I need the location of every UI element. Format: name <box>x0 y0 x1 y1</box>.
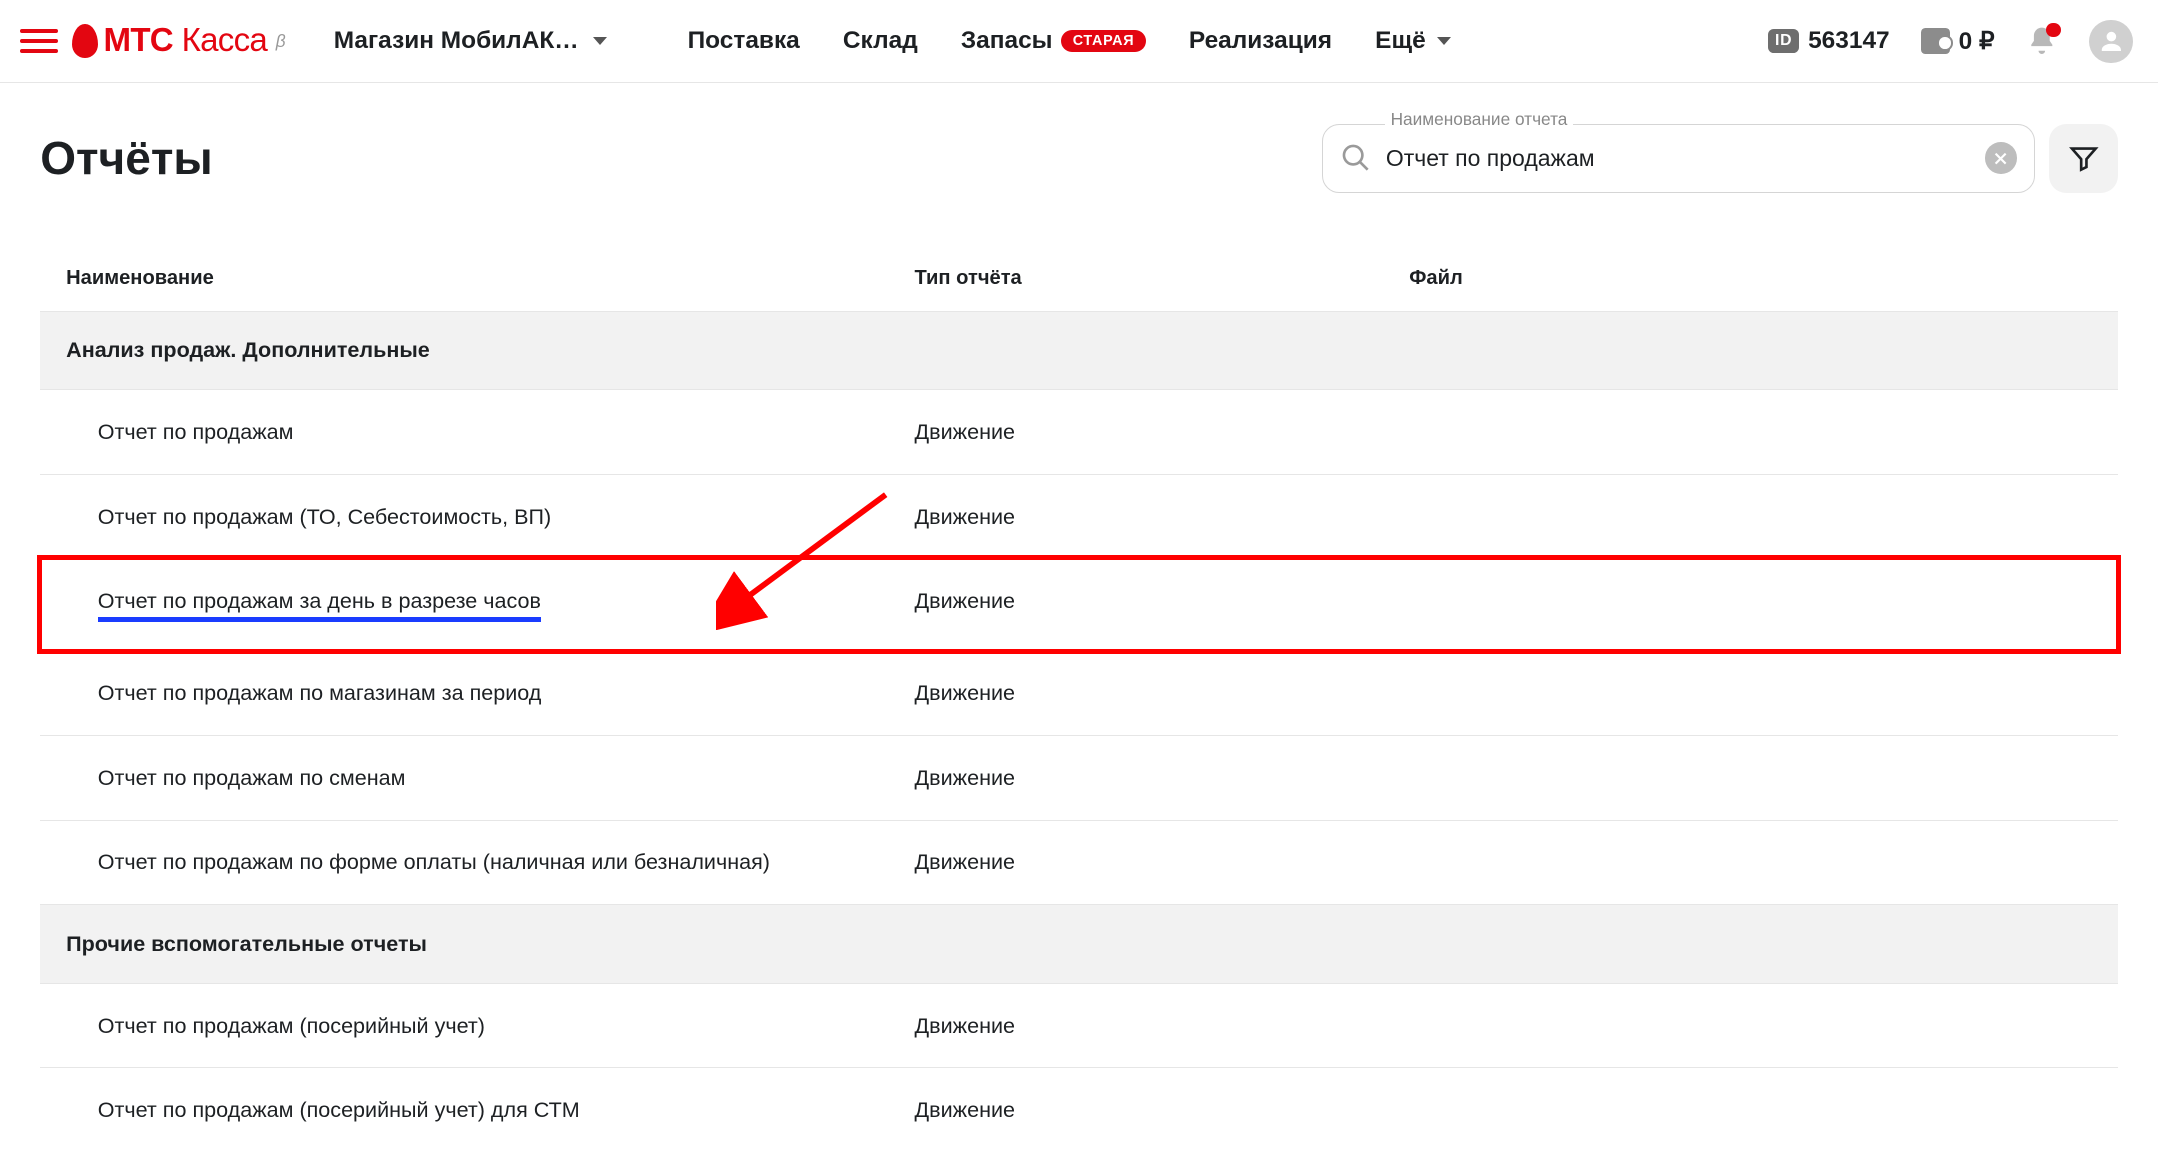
topbar: МТС Касса β Магазин МобилАК… Поставка Ск… <box>0 0 2158 83</box>
cell-type: Движение <box>915 680 1410 706</box>
cell-file <box>1409 1013 2092 1039</box>
cell-name: Отчет по продажам (посерийный учет) <box>98 1013 915 1039</box>
search-box <box>1322 124 2035 193</box>
table-row[interactable]: Отчет по продажамДвижение <box>40 389 2118 474</box>
cell-type: Движение <box>915 849 1410 875</box>
nav-more-label: Ещё <box>1375 27 1426 55</box>
wallet-icon <box>1921 28 1950 54</box>
balance[interactable]: 0 ₽ <box>1921 26 1994 56</box>
cell-type: Движение <box>915 588 1410 622</box>
table-header: Наименование Тип отчёта Файл <box>40 247 2118 310</box>
cell-name: Отчет по продажам за день в разрезе часо… <box>98 588 915 622</box>
brand-primary: МТС <box>104 22 173 60</box>
cell-name: Отчет по продажам по магазинам за период <box>98 680 915 706</box>
cell-name: Отчет по продажам по сменам <box>98 765 915 791</box>
brand-beta: β <box>276 31 285 52</box>
brand-secondary: Касса <box>182 22 268 60</box>
page-content: Отчёты Наименование отчета Наименование <box>0 83 2158 1152</box>
cell-file <box>1409 1097 2092 1123</box>
search-icon <box>1340 142 1372 174</box>
table-section-header: Анализ продаж. Дополнительные <box>40 311 2118 390</box>
cell-name: Отчет по продажам (посерийный учет) для … <box>98 1097 915 1123</box>
table-row[interactable]: Отчет по продажам за день в разрезе часо… <box>40 558 2118 650</box>
store-selector[interactable]: Магазин МобилАК… <box>334 27 607 55</box>
avatar[interactable] <box>2089 20 2132 63</box>
close-icon <box>1992 150 2009 167</box>
id-badge-icon: ID <box>1768 29 1800 53</box>
clear-search-button[interactable] <box>1985 142 2017 174</box>
brand-logo[interactable]: МТС Касса β <box>72 22 285 60</box>
cell-file <box>1409 849 2092 875</box>
reports-table: Наименование Тип отчёта Файл Анализ прод… <box>40 247 2118 1152</box>
table-row[interactable]: Отчет по продажам (посерийный учет) для … <box>40 1067 2118 1152</box>
table-row[interactable]: Отчет по продажам по сменамДвижение <box>40 735 2118 820</box>
balance-value: 0 ₽ <box>1959 26 1995 56</box>
table-row[interactable]: Отчет по продажам (ТО, Себестоимость, ВП… <box>40 474 2118 559</box>
nav-supply[interactable]: Поставка <box>688 27 800 55</box>
user-icon <box>2097 27 2126 56</box>
id-value: 563147 <box>1808 27 1890 55</box>
cell-type: Движение <box>915 1097 1410 1123</box>
nav-stock[interactable]: Запасы СТАРАЯ <box>961 27 1146 55</box>
table-row[interactable]: Отчет по продажам по магазинам за период… <box>40 651 2118 736</box>
cell-file <box>1409 588 2092 622</box>
nav-stock-label: Запасы <box>961 27 1053 55</box>
table-row[interactable]: Отчет по продажам по форме оплаты (налич… <box>40 820 2118 905</box>
cell-name: Отчет по продажам <box>98 419 915 445</box>
cell-name: Отчет по продажам (ТО, Себестоимость, ВП… <box>98 504 915 530</box>
filter-icon <box>2068 142 2100 174</box>
cell-type: Движение <box>915 1013 1410 1039</box>
store-name: Магазин МобилАК… <box>334 27 579 55</box>
main-nav: Поставка Склад Запасы СТАРАЯ Реализация … <box>688 27 1452 55</box>
col-header-name: Наименование <box>66 267 914 290</box>
mts-egg-icon <box>72 24 98 59</box>
cell-file <box>1409 419 2092 445</box>
cell-type: Движение <box>915 765 1410 791</box>
table-row[interactable]: Отчет по продажам (посерийный учет)Движе… <box>40 983 2118 1068</box>
cell-type: Движение <box>915 504 1410 530</box>
nav-more[interactable]: Ещё <box>1375 27 1451 55</box>
nav-sales[interactable]: Реализация <box>1189 27 1332 55</box>
cell-file <box>1409 680 2092 706</box>
search-wrap: Наименование отчета <box>1322 124 2035 193</box>
table-section-header: Прочие вспомогательные отчеты <box>40 904 2118 983</box>
notification-dot-icon <box>2046 23 2060 37</box>
chevron-down-icon <box>1437 37 1451 45</box>
cell-file <box>1409 504 2092 530</box>
col-header-type: Тип отчёта <box>915 267 1410 290</box>
filter-button[interactable] <box>2049 124 2118 193</box>
hamburger-menu-icon[interactable] <box>20 23 57 60</box>
search-label: Наименование отчета <box>1385 109 1573 130</box>
notifications-button[interactable] <box>2026 25 2058 57</box>
account-id[interactable]: ID 563147 <box>1768 27 1890 55</box>
search-input[interactable] <box>1386 145 1971 172</box>
col-header-file: Файл <box>1409 267 2092 290</box>
chevron-down-icon <box>593 37 607 45</box>
cell-name: Отчет по продажам по форме оплаты (налич… <box>98 849 915 875</box>
nav-warehouse[interactable]: Склад <box>843 27 918 55</box>
old-badge: СТАРАЯ <box>1061 30 1146 52</box>
page-title: Отчёты <box>40 131 1321 185</box>
cell-type: Движение <box>915 419 1410 445</box>
cell-file <box>1409 765 2092 791</box>
